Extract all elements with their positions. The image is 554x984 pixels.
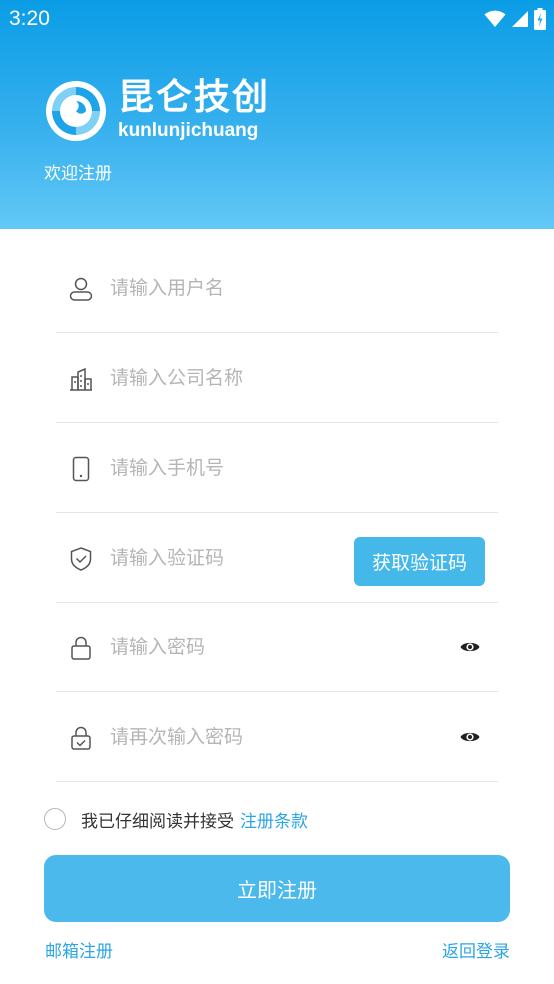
username-field: [56, 243, 498, 333]
welcome-text: 欢迎注册: [44, 164, 112, 184]
terms-link[interactable]: 注册条款: [240, 807, 308, 832]
password-confirm-input[interactable]: [110, 720, 390, 754]
password-field: [56, 602, 498, 692]
signal-icon: [512, 11, 528, 27]
battery-icon: [534, 8, 546, 30]
lock-check-icon: [71, 726, 91, 750]
shield-check-icon: [70, 547, 92, 571]
agreement-text: 我已仔细阅读并接受: [81, 811, 234, 832]
brand-name-en: kunlunjichuang: [118, 120, 259, 141]
username-input[interactable]: [110, 271, 390, 305]
get-code-button[interactable]: 获取验证码: [354, 537, 485, 586]
phone-icon: [72, 456, 90, 482]
header-banner: 3:20 昆仑技创 kunlunjichuang 欢迎注册: [0, 0, 554, 229]
status-icons: [484, 7, 546, 31]
building-icon: [70, 367, 92, 391]
back-login-link[interactable]: 返回登录: [442, 940, 510, 964]
register-button[interactable]: 立即注册: [44, 855, 510, 922]
status-bar: 3:20: [0, 0, 554, 38]
company-field: [56, 333, 498, 423]
password-input[interactable]: [110, 630, 390, 664]
code-input[interactable]: [110, 541, 330, 575]
lock-icon: [71, 636, 91, 660]
user-icon: [69, 277, 93, 301]
kunlun-logo-icon: [46, 81, 106, 141]
eye-icon[interactable]: [460, 639, 480, 655]
company-input[interactable]: [110, 361, 390, 395]
status-time: 3:20: [9, 7, 50, 30]
wifi-icon: [484, 10, 506, 27]
phone-input[interactable]: [110, 451, 390, 485]
agreement-row: 我已仔细阅读并接受 注册条款: [44, 806, 308, 832]
email-register-link[interactable]: 邮箱注册: [45, 940, 113, 964]
password-confirm-field: [56, 692, 498, 782]
phone-field: [56, 423, 498, 513]
agree-checkbox[interactable]: [44, 808, 66, 830]
code-field: 获取验证码: [56, 513, 498, 603]
eye-icon[interactable]: [460, 729, 480, 745]
brand-name-cn: 昆仑技创: [118, 77, 271, 118]
